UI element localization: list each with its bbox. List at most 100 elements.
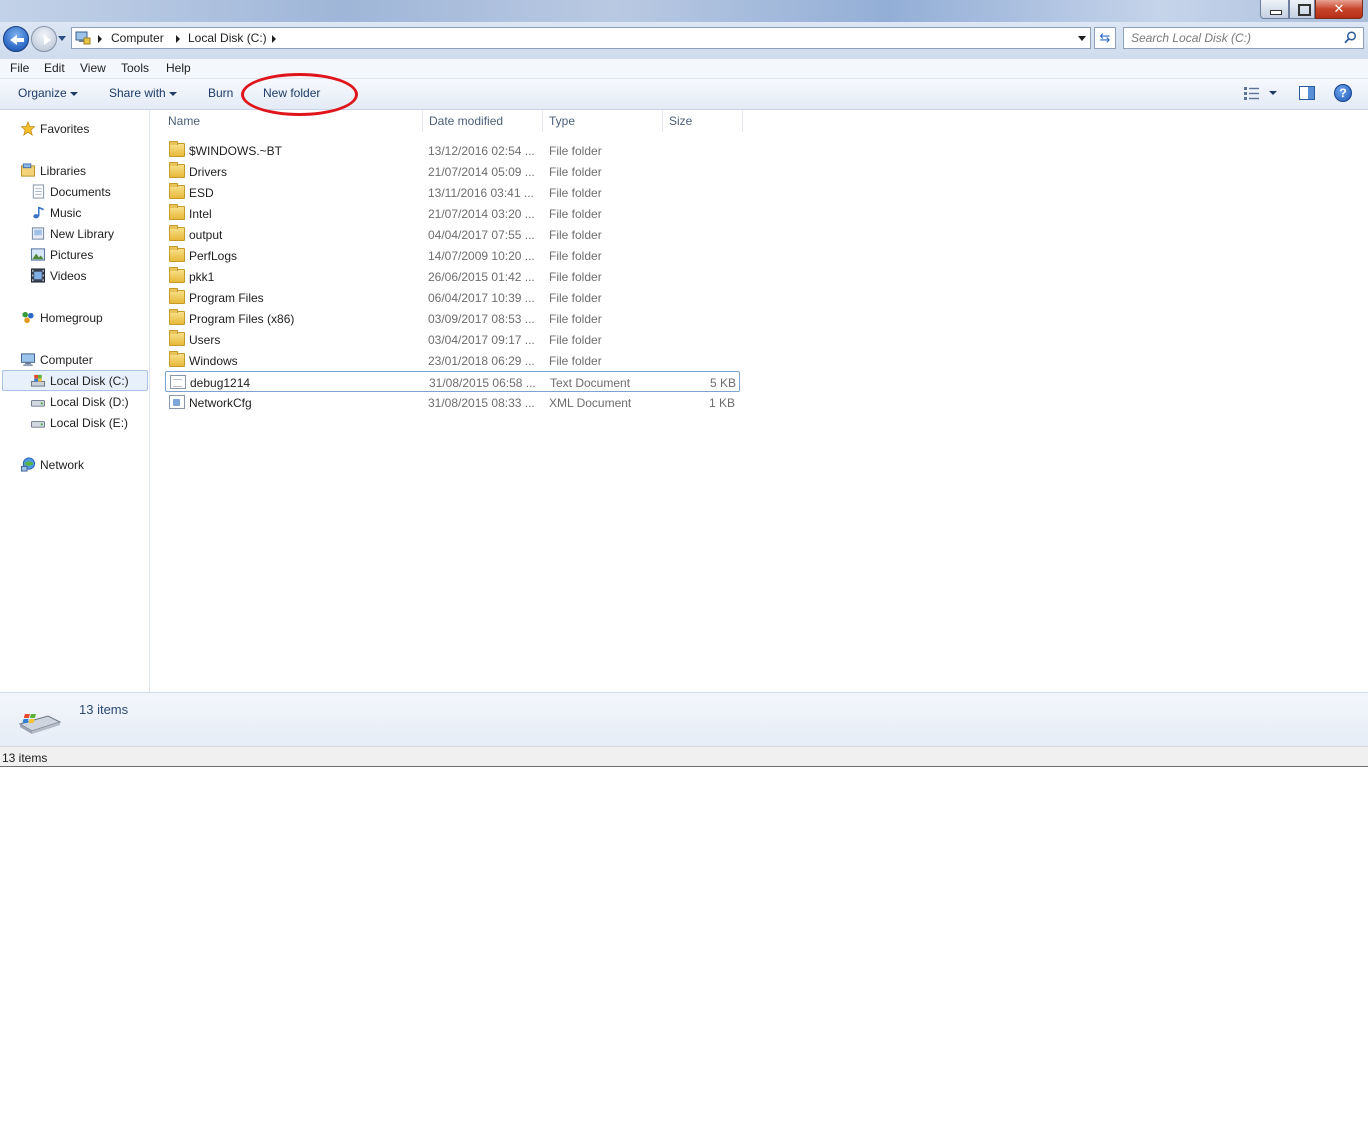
file-row[interactable]: Intel 21/07/2014 03:20 ... File folder bbox=[165, 203, 740, 224]
file-row[interactable]: Windows 23/01/2018 06:29 ... File folder bbox=[165, 350, 740, 371]
folder-icon bbox=[169, 204, 185, 220]
column-header-type[interactable]: Type bbox=[549, 114, 575, 128]
preview-pane-icon[interactable] bbox=[1299, 86, 1315, 100]
menu-bar: File Edit View Tools Help bbox=[0, 59, 1368, 79]
file-row-selected[interactable]: debug1214 31/08/2015 06:58 ... Text Docume… bbox=[165, 371, 740, 392]
pictures-icon bbox=[30, 248, 46, 261]
nav-pictures[interactable]: Pictures bbox=[30, 245, 145, 265]
refresh-button[interactable]: ⇆ bbox=[1094, 27, 1116, 49]
status-item-count: 13 items bbox=[2, 751, 48, 765]
address-bar[interactable]: Computer Local Disk (C:) bbox=[71, 27, 1091, 49]
column-header-size[interactable]: Size bbox=[669, 114, 692, 128]
view-options-dropdown[interactable] bbox=[1269, 91, 1277, 95]
star-icon bbox=[20, 121, 36, 136]
breadcrumb-separator[interactable] bbox=[272, 35, 276, 43]
file-row[interactable]: NetworkCfg 31/08/2015 08:33 ... XML Docume… bbox=[165, 392, 740, 413]
folder-icon bbox=[169, 225, 185, 241]
network-icon bbox=[20, 457, 36, 472]
details-item-count: 13 items bbox=[79, 702, 129, 717]
menu-view[interactable]: View bbox=[80, 61, 106, 75]
videos-icon bbox=[30, 268, 46, 283]
file-row[interactable]: Program Files (x86) 03/09/2017 08:53 ... F… bbox=[165, 308, 740, 329]
nav-libraries[interactable]: Libraries bbox=[20, 161, 140, 181]
column-divider[interactable] bbox=[742, 110, 743, 132]
navigation-pane: Favorites Libraries Documents Music New … bbox=[0, 110, 150, 692]
folder-icon bbox=[169, 309, 185, 325]
refresh-icon: ⇆ bbox=[1099, 30, 1111, 45]
computer-icon bbox=[75, 31, 91, 45]
title-bar[interactable]: ✕ bbox=[0, 0, 1368, 22]
folder-icon bbox=[169, 288, 185, 304]
nav-documents[interactable]: Documents bbox=[30, 182, 145, 202]
xml-document-icon bbox=[169, 395, 185, 409]
nav-favorites[interactable]: Favorites bbox=[20, 119, 140, 139]
address-history-dropdown[interactable] bbox=[1078, 36, 1086, 41]
search-input[interactable] bbox=[1124, 28, 1339, 48]
breadcrumb-separator[interactable] bbox=[176, 35, 180, 43]
drive-icon bbox=[18, 714, 62, 734]
libraries-icon bbox=[20, 163, 36, 177]
status-bar: 13 items bbox=[0, 746, 1368, 767]
drive-icon bbox=[30, 421, 46, 428]
command-bar: Organize Share with Burn New folder bbox=[0, 79, 1368, 110]
computer-icon bbox=[20, 353, 36, 367]
search-icon[interactable] bbox=[1344, 31, 1357, 44]
folder-icon bbox=[169, 267, 185, 283]
help-icon[interactable]: ? bbox=[1334, 84, 1352, 102]
file-row[interactable]: PerfLogs 14/07/2009 10:20 ... File folder bbox=[165, 245, 740, 266]
nav-homegroup[interactable]: Homegroup bbox=[20, 308, 145, 328]
forward-button[interactable] bbox=[31, 26, 57, 52]
burn-button[interactable]: Burn bbox=[208, 86, 233, 100]
file-row[interactable]: Drivers 21/07/2014 05:09 ... File folder bbox=[165, 161, 740, 182]
library-icon bbox=[31, 227, 45, 240]
file-row[interactable]: $WINDOWS.~BT 13/12/2016 02:54 ... File fol… bbox=[165, 140, 740, 161]
text-document-icon bbox=[170, 375, 186, 389]
recent-pages-dropdown[interactable] bbox=[58, 36, 66, 41]
documents-icon bbox=[32, 184, 45, 199]
breadcrumb-local-disk-c[interactable]: Local Disk (C:) bbox=[188, 31, 267, 45]
system-drive-icon bbox=[30, 374, 46, 387]
minimize-button[interactable] bbox=[1260, 0, 1289, 19]
folder-icon bbox=[169, 351, 185, 367]
maximize-button[interactable] bbox=[1289, 0, 1315, 19]
close-button[interactable]: ✕ bbox=[1315, 0, 1363, 19]
chevron-down-icon bbox=[70, 92, 78, 96]
nav-local-disk-e[interactable]: Local Disk (E:) bbox=[30, 413, 145, 433]
nav-local-disk-c[interactable]: Local Disk (C:) bbox=[30, 371, 145, 391]
column-divider[interactable] bbox=[542, 110, 543, 132]
file-row[interactable]: ESD 13/11/2016 03:41 ... File folder bbox=[165, 182, 740, 203]
file-row[interactable]: pkk1 26/06/2015 01:42 ... File folder bbox=[165, 266, 740, 287]
menu-file[interactable]: File bbox=[10, 61, 29, 75]
column-divider[interactable] bbox=[422, 110, 423, 132]
nav-network[interactable]: Network bbox=[20, 455, 145, 475]
file-row[interactable]: Program Files 06/04/2017 10:39 ... File fo… bbox=[165, 287, 740, 308]
file-row[interactable]: Users 03/04/2017 09:17 ... File folder bbox=[165, 329, 740, 350]
share-with-button[interactable]: Share with bbox=[109, 86, 166, 100]
breadcrumb-separator[interactable] bbox=[98, 35, 102, 43]
column-header-date-modified[interactable]: Date modified bbox=[429, 114, 503, 128]
homegroup-icon bbox=[22, 311, 34, 324]
change-view-icon[interactable] bbox=[1244, 87, 1260, 100]
nav-videos[interactable]: Videos bbox=[30, 266, 145, 286]
organize-button[interactable]: Organize bbox=[18, 86, 67, 100]
nav-new-library[interactable]: New Library bbox=[30, 224, 145, 244]
drive-icon bbox=[30, 400, 46, 407]
search-box bbox=[1123, 27, 1364, 49]
column-header-name[interactable]: Name bbox=[168, 114, 200, 128]
menu-tools[interactable]: Tools bbox=[121, 61, 149, 75]
annotation-red-circle bbox=[241, 73, 358, 116]
folder-icon bbox=[169, 246, 185, 262]
folder-icon bbox=[169, 183, 185, 199]
nav-computer[interactable]: Computer bbox=[20, 350, 145, 370]
close-icon: ✕ bbox=[1333, 1, 1345, 16]
column-divider[interactable] bbox=[662, 110, 663, 132]
folder-icon bbox=[169, 141, 185, 157]
nav-local-disk-d[interactable]: Local Disk (D:) bbox=[30, 392, 145, 412]
back-button[interactable] bbox=[3, 26, 29, 52]
file-row[interactable]: output 04/04/2017 07:55 ... File folder bbox=[165, 224, 740, 245]
nav-music[interactable]: Music bbox=[30, 203, 145, 223]
menu-edit[interactable]: Edit bbox=[44, 61, 65, 75]
breadcrumb-computer[interactable]: Computer bbox=[111, 31, 164, 45]
menu-help[interactable]: Help bbox=[166, 61, 191, 75]
chevron-down-icon bbox=[169, 92, 177, 96]
